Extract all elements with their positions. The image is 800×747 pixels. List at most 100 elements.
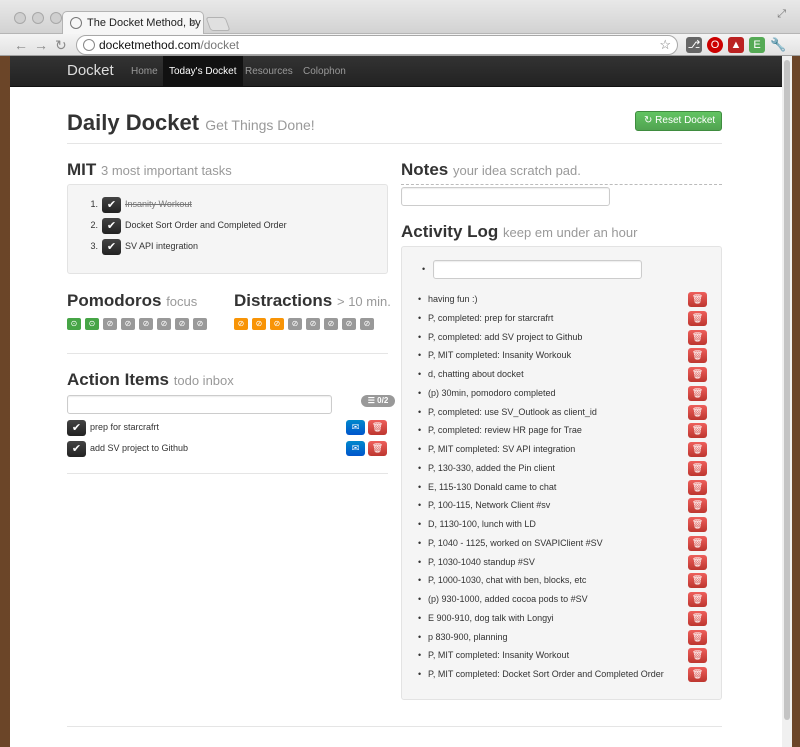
activity-log-entry: P, MIT completed: Insanity Workouk (418, 348, 571, 363)
empty-slot-icon[interactable]: ⊘ (175, 318, 189, 330)
completed-slot-icon[interactable]: ⊙ (85, 318, 99, 330)
check-icon[interactable]: ✔ (102, 238, 121, 255)
activity-log-entry: P, MIT completed: Insanity Workout (418, 648, 569, 663)
delete-button[interactable]: 🗑 (368, 420, 387, 435)
pomodoros-title: Pomodoros (67, 291, 162, 310)
extension-icon[interactable]: ⎇ (686, 37, 702, 53)
evernote-icon[interactable]: E (749, 37, 765, 53)
new-tab-button[interactable] (205, 17, 231, 31)
browser-tab[interactable]: The Docket Method, by Qtel × (62, 11, 204, 35)
mit-item: 2. ✔ Docket Sort Order and Completed Order (86, 217, 287, 234)
delete-log-entry-button[interactable]: 🗑 (688, 535, 707, 551)
mit-item-number: 1. (90, 199, 98, 209)
check-icon[interactable]: ✔ (102, 196, 121, 213)
trash-icon: 🗑 (691, 294, 704, 304)
reload-icon[interactable]: ↻ (55, 36, 67, 54)
check-icon[interactable]: ✔ (67, 419, 86, 436)
fullscreen-icon[interactable]: ⤢ (777, 8, 786, 21)
activity-log-entry: P, completed: prep for starcrafrt (418, 311, 553, 326)
delete-log-entry-button[interactable]: 🗑 (688, 610, 707, 626)
empty-slot-icon[interactable]: ⊘ (360, 318, 374, 330)
activity-log-input[interactable] (433, 260, 642, 279)
distractions-title: Distractions (234, 291, 333, 310)
delete-log-entry-button[interactable]: 🗑 (688, 517, 707, 532)
trash-icon: 🗑 (691, 406, 704, 417)
delete-log-entry-button[interactable]: 🗑 (688, 554, 707, 570)
action-item-label: prep for starcrafrt (90, 422, 160, 432)
wrench-icon[interactable]: 🔧 (770, 37, 786, 53)
delete-log-entry-button[interactable]: 🗑 (688, 404, 707, 420)
car-extension-icon[interactable]: ▲ (728, 37, 744, 53)
nav-colophon[interactable]: Colophon (297, 56, 352, 87)
empty-slot-icon[interactable]: ⊘ (288, 318, 302, 330)
delete-log-entry-button[interactable]: 🗑 (688, 385, 707, 401)
empty-slot-icon[interactable]: ⊘ (139, 318, 153, 330)
delete-log-entry-button[interactable]: 🗑 (688, 479, 707, 495)
delete-log-entry-button[interactable]: 🗑 (688, 667, 707, 682)
completed-slot-icon[interactable]: ⊘ (234, 318, 248, 330)
trash-icon: 🗑 (691, 425, 704, 436)
delete-log-entry-button[interactable]: 🗑 (688, 329, 707, 345)
email-button[interactable]: ✉ (346, 420, 365, 435)
nav-resources[interactable]: Resources (239, 56, 299, 87)
delete-log-entry-button[interactable]: 🗑 (688, 592, 707, 607)
trash-icon: 🗑 (691, 500, 704, 511)
delete-button[interactable]: 🗑 (368, 441, 387, 456)
delete-log-entry-button[interactable]: 🗑 (688, 348, 707, 364)
delete-log-entry-button[interactable]: 🗑 (688, 292, 707, 307)
email-button[interactable]: ✉ (346, 441, 365, 456)
empty-slot-icon[interactable]: ⊘ (324, 318, 338, 330)
forward-icon[interactable]: → (34, 36, 48, 54)
zoom-window-button[interactable] (50, 12, 62, 24)
activity-log-entry: P, MIT completed: SV API integration (418, 442, 575, 457)
empty-slot-icon[interactable]: ⊘ (121, 318, 135, 330)
notes-input[interactable] (401, 187, 610, 206)
activity-log-entry: E 900-910, dog talk with Longyi (418, 611, 554, 626)
delete-log-entry-button[interactable]: 🗑 (688, 460, 707, 476)
completed-slot-icon[interactable]: ⊙ (67, 318, 81, 330)
empty-slot-icon[interactable]: ⊘ (342, 318, 356, 330)
delete-log-entry-button[interactable]: 🗑 (688, 498, 707, 514)
delete-log-entry-button[interactable]: 🗑 (688, 310, 707, 326)
delete-log-entry-button[interactable]: 🗑 (688, 648, 707, 664)
mit-item-label: Docket Sort Order and Completed Order (125, 220, 287, 230)
opera-icon[interactable]: O (707, 37, 723, 53)
back-icon[interactable]: ← (14, 36, 28, 54)
empty-slot-icon[interactable]: ⊘ (306, 318, 320, 330)
scrollbar-thumb[interactable] (784, 60, 790, 720)
browser-window: The Docket Method, by Qtel × ⤢ ← → ↻ doc… (0, 0, 800, 747)
delete-log-entry-button[interactable]: 🗑 (688, 423, 707, 439)
check-icon[interactable]: ✔ (102, 217, 121, 234)
empty-slot-icon[interactable]: ⊘ (193, 318, 207, 330)
close-window-button[interactable] (14, 12, 26, 24)
delete-log-entry-button[interactable]: 🗑 (688, 367, 707, 382)
tab-close-icon[interactable]: × (190, 15, 197, 29)
trash-icon: 🗑 (691, 556, 704, 567)
activity-log-subtitle: keep em under an hour (503, 225, 638, 240)
reset-docket-button[interactable]: ↻ Reset Docket (635, 111, 722, 131)
address-bar[interactable]: docketmethod.com/docket ☆ (76, 35, 678, 55)
empty-slot-icon[interactable]: ⊘ (157, 318, 171, 330)
bookmark-star-icon[interactable]: ☆ (659, 37, 671, 53)
brand-logo[interactable]: Docket (67, 62, 114, 79)
empty-slot-icon[interactable]: ⊘ (103, 318, 117, 330)
mit-item-label: SV API integration (125, 241, 199, 251)
minimize-window-button[interactable] (32, 12, 44, 24)
completed-slot-icon[interactable]: ⊘ (252, 318, 266, 330)
nav-todays-docket[interactable]: Today's Docket (163, 56, 243, 87)
action-items-title: Action Items (67, 370, 170, 389)
trash-icon: 🗑 (371, 443, 384, 453)
delete-log-entry-button[interactable]: 🗑 (688, 442, 707, 457)
activity-log-entry: D, 1130-100, lunch with LD (418, 517, 536, 532)
action-item-input[interactable] (67, 395, 332, 414)
action-item-row: ✔ add SV project to Github (67, 440, 188, 457)
trash-icon: 🗑 (691, 537, 704, 548)
activity-log-heading: Activity Log keep em under an hour (401, 222, 637, 242)
delete-log-entry-button[interactable]: 🗑 (688, 573, 707, 589)
completed-slot-icon[interactable]: ⊘ (270, 318, 284, 330)
trash-icon: 🗑 (691, 631, 704, 642)
delete-log-entry-button[interactable]: 🗑 (688, 629, 707, 645)
nav-home[interactable]: Home (125, 56, 164, 87)
check-icon[interactable]: ✔ (67, 440, 86, 457)
page-scrollbar[interactable] (782, 56, 792, 747)
